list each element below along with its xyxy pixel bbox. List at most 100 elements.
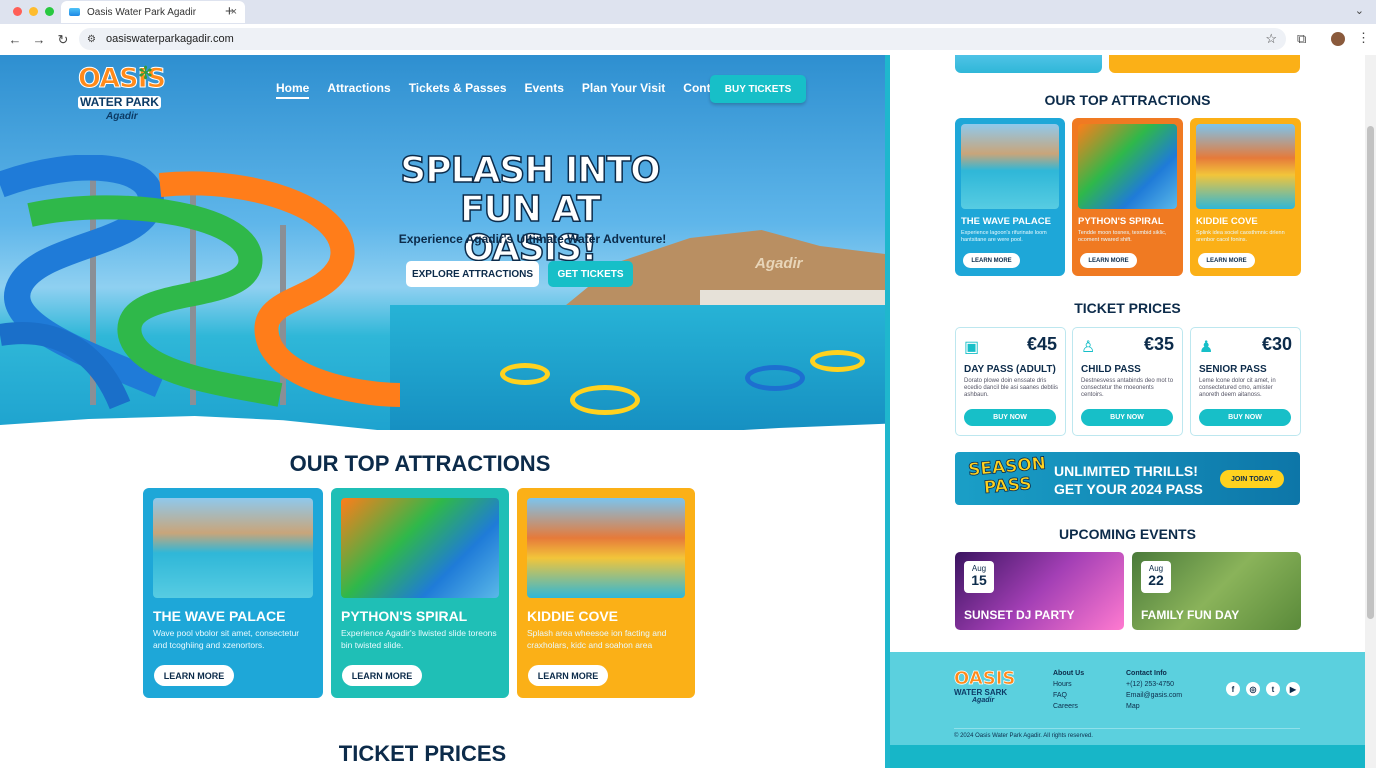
nav-tickets-passes[interactable]: Tickets & Passes (409, 81, 507, 99)
event-card-family-fun-day[interactable]: Aug 22 FAMILY FUN DAY (1132, 552, 1301, 630)
learn-more-button[interactable]: LEARN MORE (1198, 253, 1255, 268)
kiddie-cove-image (527, 498, 685, 598)
season-line-2: GET YOUR 2024 PASS (1054, 481, 1203, 497)
event-day: 15 (971, 572, 987, 588)
ticket-name: DAY PASS (ADULT) (964, 364, 1056, 375)
tab-title: Oasis Water Park Agadir (87, 6, 197, 18)
footer-logo-city: Agadir (972, 697, 995, 704)
buy-now-button[interactable]: BUY NOW (964, 409, 1056, 426)
hero-headline-line-1: SPLASH INTO (400, 150, 662, 191)
footer-logo-name: OASIS (954, 668, 1016, 689)
nav-events[interactable]: Events (525, 81, 564, 99)
new-tab-button[interactable]: + (225, 3, 234, 20)
ticket-card-child-pass: ♙ €35 CHILD PASS Destnesvess antabinds d… (1072, 327, 1183, 436)
right-attraction-card-wave-palace: THE WAVE PALACE Experience lagoon's rifu… (955, 118, 1065, 276)
learn-more-button[interactable]: LEARN MORE (154, 665, 234, 686)
pythons-spiral-image (1078, 124, 1177, 209)
footer-links-column: About Us Hours FAQ Careers (1053, 668, 1084, 712)
footer-link-hours[interactable]: Hours (1053, 679, 1084, 690)
event-card-sunset-dj-party[interactable]: Aug 15 SUNSET DJ PARTY (955, 552, 1124, 630)
tab-list-chevron-icon[interactable]: ⌄ (1355, 4, 1364, 17)
footer-contact-heading: Contact Info (1126, 670, 1167, 677)
ticket-card-day-pass: ▣ €45 DAY PASS (ADULT) Dorato plowe doin… (955, 327, 1066, 436)
close-window-button[interactable] (13, 7, 22, 16)
attraction-description: Wave pool vbolor sit amet, consectetur a… (153, 628, 300, 650)
kiddie-cove-image (1196, 124, 1295, 209)
season-pass-banner[interactable]: SEASON PASS UNLIMITED THRILLS! GET YOUR … (955, 452, 1300, 505)
instagram-icon[interactable]: ◎ (1246, 682, 1260, 696)
footer-logo[interactable]: OASIS WATER SARK Agadir (954, 668, 1016, 704)
season-pass-badge: SEASON PASS (967, 453, 1048, 500)
youtube-icon[interactable]: ▶ (1286, 682, 1300, 696)
bookmark-star-icon[interactable]: ☆ (1265, 31, 1277, 47)
browser-tab[interactable]: Oasis Water Park Agadir × (61, 1, 245, 23)
profile-avatar[interactable] (1331, 32, 1345, 46)
group-icon: ▣ (964, 339, 980, 356)
attraction-name: KIDDIE COVE (1196, 216, 1258, 227)
buy-now-button[interactable]: BUY NOW (1199, 409, 1291, 426)
swim-ring-image (570, 385, 640, 415)
logo-city: Agadir (106, 111, 138, 122)
learn-more-button[interactable]: LEARN MORE (342, 665, 422, 686)
browser-toolbar: ← → ↻ ⚙ oasiswaterparkagadir.com ☆ ⧉ ⋮ (0, 24, 1376, 55)
buy-now-button[interactable]: BUY NOW (1081, 409, 1173, 426)
footer-copyright: © 2024 Oasis Water Park Agadir. All righ… (954, 733, 1093, 739)
wave-palace-image (153, 498, 313, 598)
footer-phone[interactable]: +(12) 253-4750 (1126, 679, 1182, 690)
attraction-name: PYTHON'S SPIRAL (341, 608, 468, 624)
facebook-icon[interactable]: f (1226, 682, 1240, 696)
pythons-spiral-image (341, 498, 499, 598)
attraction-description: Splink idea sociel caosthmnic drlenn are… (1196, 230, 1285, 243)
attractions-title: OUR TOP ATTRACTIONS (289, 451, 551, 476)
swim-ring-image (810, 350, 865, 372)
ticket-description: Destnesvess antabinds deo mot to consect… (1081, 378, 1174, 398)
attraction-description: Tendde moon tosnes, texmbid siklic, ocom… (1078, 230, 1167, 243)
cropped-image (1109, 55, 1300, 73)
attraction-description: Splash area wheesoe ion facting and crax… (527, 628, 667, 650)
season-badge-line-2: PASS (983, 474, 1033, 499)
address-bar[interactable]: ⚙ oasiswaterparkagadir.com ☆ (79, 28, 1286, 50)
scrollbar-thumb[interactable] (1367, 126, 1374, 619)
back-button[interactable]: ← (4, 32, 26, 47)
site-info-icon[interactable]: ⚙ (87, 34, 96, 45)
twitter-icon[interactable]: t (1266, 682, 1280, 696)
footer-link-about[interactable]: About Us (1053, 668, 1084, 679)
season-pass-text: UNLIMITED THRILLS! GET YOUR 2024 PASS (1054, 462, 1203, 498)
hero-section: Agadir ✻ OASIS WATER PARK Agadir Home At… (0, 55, 885, 455)
nav-attractions[interactable]: Attractions (327, 81, 390, 99)
explore-attractions-button[interactable]: EXPLORE ATTRACTIONS (406, 261, 539, 287)
minimize-window-button[interactable] (29, 7, 38, 16)
nav-home[interactable]: Home (276, 81, 310, 99)
palm-tree-icon: ✻ (138, 63, 154, 83)
nav-plan-your-visit[interactable]: Plan Your Visit (582, 81, 665, 99)
reload-button[interactable]: ↻ (52, 32, 74, 48)
learn-more-button[interactable]: LEARN MORE (528, 665, 608, 686)
learn-more-button[interactable]: LEARN MORE (1080, 253, 1137, 268)
footer-link-faq[interactable]: FAQ (1053, 690, 1084, 701)
learn-more-button[interactable]: LEARN MORE (963, 253, 1020, 268)
event-date: Aug 22 (1141, 561, 1171, 593)
footer-map-link[interactable]: Map (1126, 701, 1182, 712)
forward-button[interactable]: → (28, 32, 50, 47)
get-tickets-button[interactable]: GET TICKETS (548, 261, 633, 287)
events-title: UPCOMING EVENTS (1059, 526, 1196, 542)
browser-menu-icon[interactable]: ⋮ (1357, 30, 1370, 46)
buy-tickets-button[interactable]: BUY TICKETS (710, 75, 806, 103)
ticket-price: €35 (1143, 334, 1174, 354)
event-date: Aug 15 (964, 561, 994, 593)
site-logo[interactable]: ✻ OASIS WATER PARK Agadir (78, 63, 168, 135)
footer-link-careers[interactable]: Careers (1053, 701, 1084, 712)
right-ticket-prices-title: TICKET PRICES (1074, 300, 1181, 316)
ticket-price: €30 (1261, 334, 1292, 354)
extensions-icon[interactable]: ⧉ (1297, 31, 1306, 47)
event-title: SUNSET DJ PARTY (964, 608, 1075, 622)
footer-logo-subtitle: WATER SARK (954, 688, 1008, 697)
attraction-description: Experience Agadir's llwisted slide toreo… (341, 628, 497, 650)
browser-chrome: Oasis Water Park Agadir × + ⌄ ← → ↻ ⚙ oa… (0, 0, 1376, 55)
join-today-button[interactable]: JOIN TODAY (1220, 470, 1284, 488)
footer-email[interactable]: Email@gasis.com (1126, 690, 1182, 701)
pool-image (390, 305, 885, 430)
wave-palace-image (961, 124, 1059, 209)
maximize-window-button[interactable] (45, 7, 54, 16)
attraction-name: PYTHON'S SPIRAL (1078, 216, 1164, 227)
